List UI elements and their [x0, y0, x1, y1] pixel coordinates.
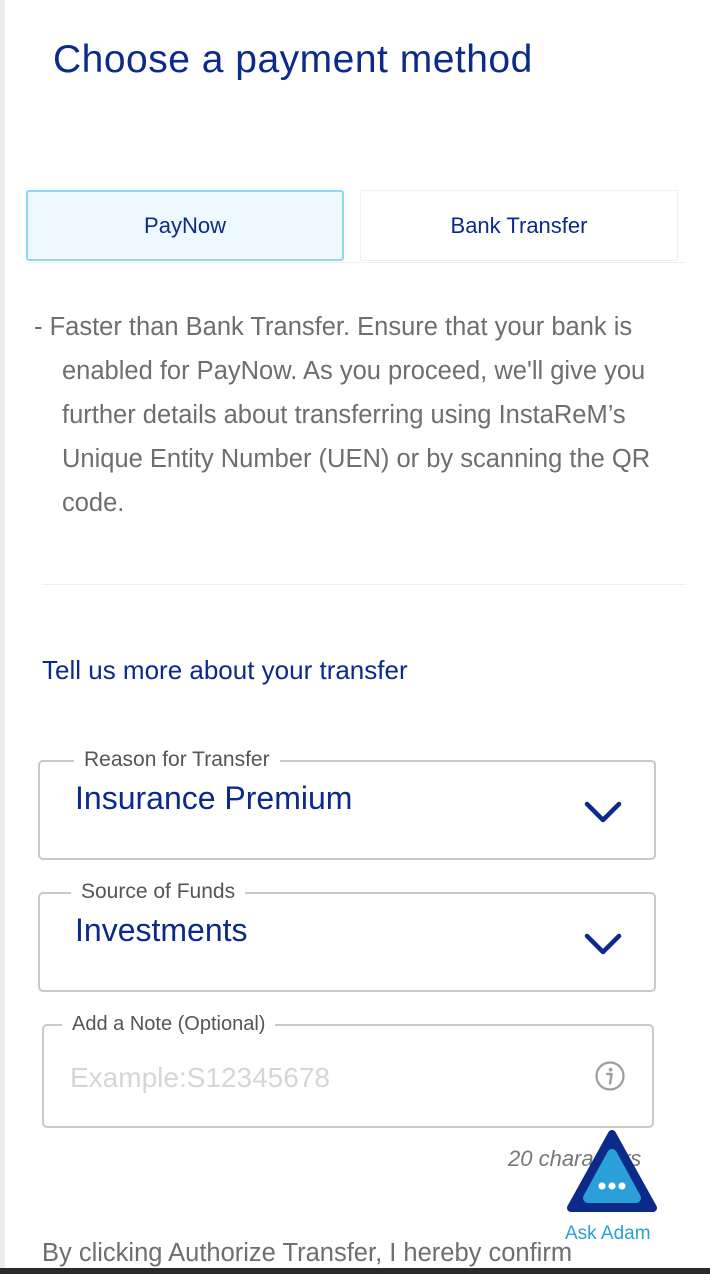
bottom-bar [0, 1268, 710, 1274]
reason-for-transfer-label: Reason for Transfer [74, 747, 280, 773]
ask-adam-label: Ask Adam [565, 1223, 651, 1244]
source-of-funds-label: Source of Funds [71, 879, 246, 905]
chat-bubble-icon [567, 1130, 657, 1212]
left-edge [0, 0, 5, 1274]
reason-for-transfer-select[interactable]: Reason for Transfer Insurance Premium [38, 747, 656, 860]
section-divider [42, 584, 686, 585]
source-of-funds-select[interactable]: Source of Funds Investments [38, 879, 656, 992]
transfer-details-title: Tell us more about your transfer [42, 655, 408, 685]
tab-bank-transfer-label: Bank Transfer [450, 212, 588, 238]
chevron-down-icon[interactable] [582, 922, 624, 964]
ask-adam-chat-button[interactable]: Ask Adam [560, 1130, 664, 1248]
source-of-funds-value: Investments [75, 912, 248, 948]
note-label: Add a Note (Optional) [62, 1011, 276, 1037]
paynow-description: - Faster than Bank Transfer. Ensure that… [34, 313, 651, 517]
note-input[interactable] [70, 1056, 570, 1100]
info-icon[interactable] [594, 1060, 626, 1092]
tab-paynow[interactable]: PayNow [26, 190, 344, 261]
note-field: Add a Note (Optional) [42, 1011, 654, 1128]
consent-text: By clicking Authorize Transfer, I hereby… [42, 1239, 573, 1267]
page-title: Choose a payment method [53, 38, 533, 81]
tabs-underline [26, 262, 686, 263]
chevron-down-icon[interactable] [582, 790, 624, 832]
tab-bank-transfer[interactable]: Bank Transfer [360, 190, 678, 261]
reason-for-transfer-value: Insurance Premium [75, 780, 353, 816]
tab-paynow-label: PayNow [144, 212, 226, 238]
